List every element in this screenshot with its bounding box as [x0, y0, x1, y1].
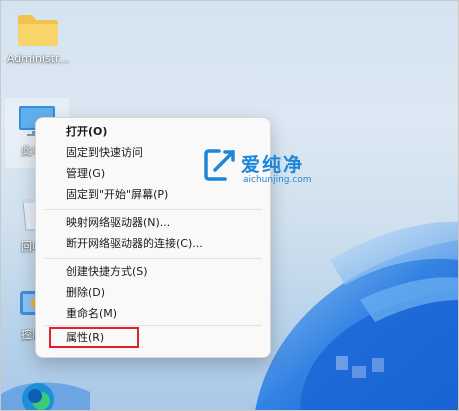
desktop-icon-edge[interactable] — [15, 382, 79, 411]
folder-icon — [18, 15, 58, 46]
menu-item-open[interactable]: 打开(O) — [66, 123, 107, 141]
menu-item-disconnect-network-drive[interactable]: 断开网络驱动器的连接(C)... — [66, 235, 203, 253]
menu-separator — [44, 258, 262, 259]
edge-icon — [22, 383, 54, 411]
desktop-icon-label: Administr... — [6, 52, 70, 65]
menu-item-pin-start[interactable]: 固定到"开始"屏幕(P) — [66, 186, 168, 204]
menu-item-rename[interactable]: 重命名(M) — [66, 305, 117, 323]
menu-item-map-network-drive[interactable]: 映射网络驱动器(N)... — [66, 214, 170, 232]
watermark-brand: 爱纯净 — [241, 154, 305, 176]
menu-item-manage[interactable]: 管理(G) — [66, 165, 105, 183]
menu-item-create-shortcut[interactable]: 创建快捷方式(S) — [66, 263, 148, 281]
menu-separator — [44, 325, 262, 326]
desktop-icon-user-folder[interactable]: Administr... — [6, 10, 70, 65]
watermark-logo-icon — [204, 149, 235, 181]
properties-highlight-box — [49, 327, 139, 348]
desktop: Administr... 此电 回收 控制 爱纯净 aichunjing.com… — [0, 0, 459, 411]
menu-separator — [44, 209, 262, 210]
menu-item-pin-quick-access[interactable]: 固定到快速访问 — [66, 144, 143, 162]
watermark-url: aichunjing.com — [243, 175, 312, 185]
menu-item-delete[interactable]: 删除(D) — [66, 284, 105, 302]
